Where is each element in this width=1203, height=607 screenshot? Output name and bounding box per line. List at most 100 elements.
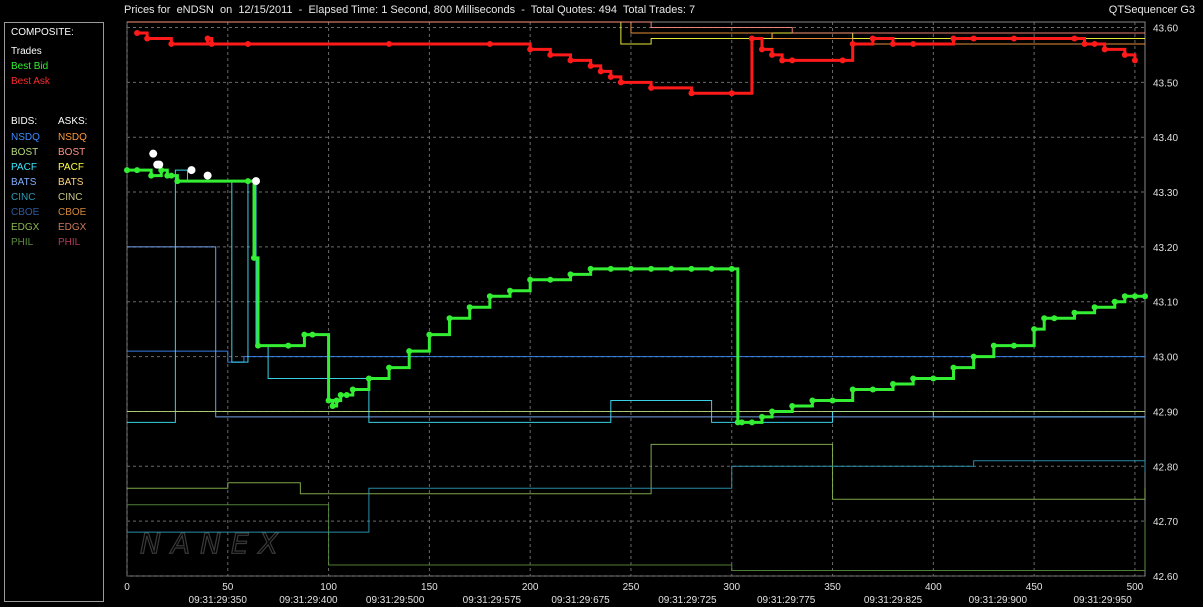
y-tick-label: 43.30 — [1153, 188, 1178, 199]
best-ask-point — [1131, 57, 1138, 64]
y-tick-label: 43.60 — [1153, 23, 1178, 34]
best-bid-point — [890, 381, 897, 388]
best-ask-line — [137, 31, 1137, 95]
best-ask-point — [134, 29, 141, 36]
legend-bid-nsdq: NSDQ — [11, 132, 40, 143]
best-bid-point — [406, 348, 413, 355]
best-ask-point — [769, 51, 776, 58]
best-ask-point — [728, 90, 735, 97]
best-ask-point — [386, 40, 393, 47]
best-bid-point — [244, 178, 251, 185]
time-tick-label: 09:31:29:775 — [757, 595, 816, 606]
x-tick-label: 150 — [421, 582, 438, 593]
legend-bid-bost: BOST — [11, 147, 39, 158]
best-ask-point — [547, 51, 554, 58]
legend-ask-cboe: CBOE — [58, 207, 87, 218]
legend-ask-nsdq: NSDQ — [58, 132, 87, 143]
best-ask-point — [648, 84, 655, 91]
y-tick-label: 42.70 — [1153, 517, 1178, 528]
best-bid-point — [930, 375, 937, 382]
trade-point — [153, 160, 162, 169]
exchange-ask-line — [127, 21, 1145, 45]
best-ask-point — [617, 79, 624, 86]
time-tick-label: 09:31:29:825 — [864, 595, 923, 606]
time-tick-label: 09:31:29:500 — [366, 595, 425, 606]
best-bid-point — [250, 254, 257, 261]
best-bid-point — [507, 287, 514, 294]
best-bid-point — [158, 167, 165, 174]
x-tick-label: 250 — [623, 582, 640, 593]
best-ask-point — [970, 35, 977, 42]
time-tick-label: 09:31:29:950 — [1073, 595, 1132, 606]
legend-bid-pacf: PACF — [11, 162, 37, 173]
best-bid-point — [255, 342, 262, 349]
price-chart: NANEX 42.60 42.70 42.80 42.90 43.00 43.10 43.2… — [124, 21, 1178, 606]
exchange-bid-line — [127, 460, 1146, 533]
best-bid-point — [1041, 315, 1048, 322]
trade-point — [155, 160, 164, 169]
legend-bid-bats: BATS — [11, 177, 37, 188]
exchange-bid-line — [127, 443, 1146, 500]
best-bid-point — [148, 172, 155, 179]
legend-panel: COMPOSITE: Trades Best Bid Best Ask BIDS… — [4, 22, 104, 602]
y-tick-label: 43.20 — [1153, 243, 1178, 254]
x-tick-label: 200 — [522, 582, 539, 593]
time-tick-label: 09:31:29:350 — [189, 595, 248, 606]
best-ask-point — [839, 57, 846, 64]
best-ask-point — [789, 57, 796, 64]
y-tick-label: 43.40 — [1153, 133, 1178, 144]
best-bid-point — [769, 408, 776, 415]
best-bid-point — [607, 265, 614, 272]
best-bid-point — [329, 402, 336, 409]
best-ask-point — [779, 57, 786, 64]
best-ask-point — [204, 35, 211, 42]
nanex-watermark: NANEX — [140, 527, 288, 560]
legend-ask-phil: PHIL — [58, 237, 81, 248]
exchange-bid-line — [127, 350, 1145, 363]
best-ask-point — [748, 35, 755, 42]
best-bid-point — [1111, 298, 1118, 305]
best-bid-point — [829, 397, 836, 404]
best-bid-point — [1031, 326, 1038, 333]
best-bid-point — [789, 402, 796, 409]
legend-ask-cinc: CINC — [58, 192, 83, 203]
best-ask-point — [1071, 35, 1078, 42]
best-ask-point — [244, 40, 251, 47]
best-bid-point — [809, 397, 816, 404]
best-bid-point — [466, 304, 473, 311]
best-bid-point — [426, 331, 433, 338]
exchange-bid-line — [127, 246, 1145, 418]
trade-point — [203, 171, 212, 180]
y-tick-label: 43.00 — [1153, 353, 1178, 364]
legend-ask-bats: BATS — [58, 177, 84, 188]
best-ask-point — [1101, 46, 1108, 53]
best-bid-point — [869, 386, 876, 393]
best-bid-point — [708, 265, 715, 272]
exchange-bid-line — [127, 504, 1146, 572]
best-bid-line — [127, 168, 1145, 424]
legend-bid-cboe: CBOE — [11, 207, 40, 218]
best-bid-point — [1121, 293, 1128, 300]
best-bid-point — [738, 419, 745, 426]
best-bid-point — [688, 265, 695, 272]
best-ask-point — [849, 40, 856, 47]
best-bid-point — [648, 265, 655, 272]
exchange-ask-line — [127, 21, 1145, 34]
best-ask-point — [168, 40, 175, 47]
best-bid-point — [365, 375, 372, 382]
best-ask-point — [607, 73, 614, 80]
best-bid-point — [547, 276, 554, 283]
best-bid-point — [124, 167, 130, 174]
best-bid-point — [1142, 293, 1148, 300]
best-bid-point — [1131, 293, 1138, 300]
time-tick-label: 09:31:29:400 — [279, 595, 338, 606]
best-bid-point — [168, 172, 175, 179]
trade-point — [252, 177, 261, 186]
trade-point — [149, 149, 158, 158]
best-bid-point — [134, 167, 141, 174]
best-bid-point — [668, 265, 675, 272]
best-bid-point — [285, 342, 292, 349]
exchange-bid-line — [127, 169, 1145, 423]
best-bid-point — [748, 419, 755, 426]
time-tick-label: 09:31:29:575 — [463, 595, 522, 606]
